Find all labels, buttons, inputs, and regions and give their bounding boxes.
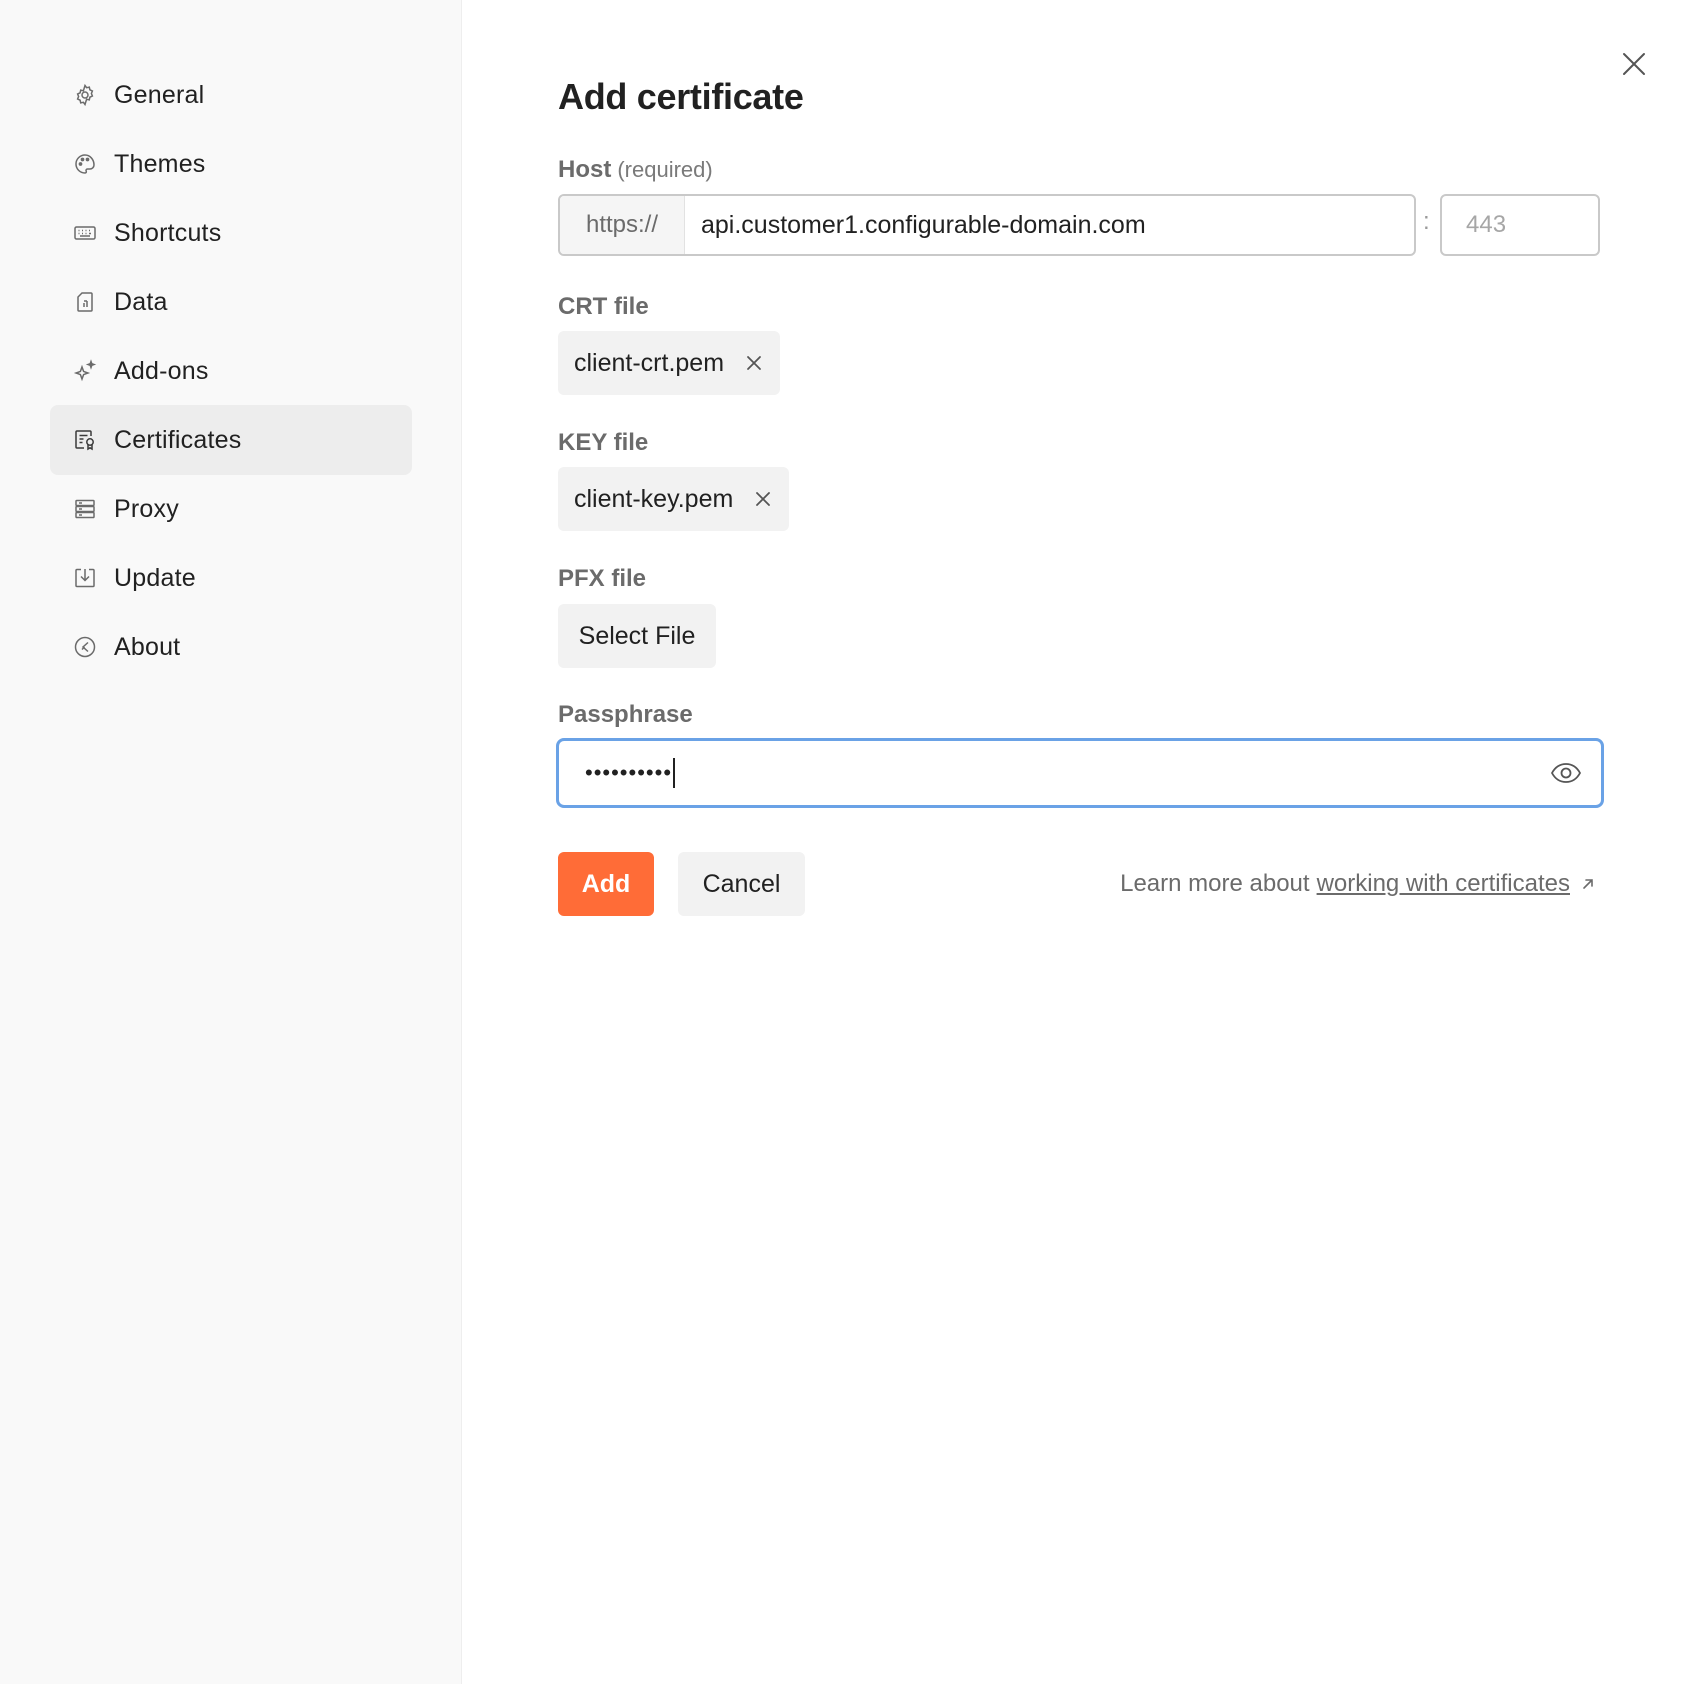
close-icon: [1621, 51, 1647, 82]
sidebar-item-themes[interactable]: Themes: [50, 129, 412, 199]
host-label-text: Host: [558, 156, 612, 183]
sidebar-item-label: General: [114, 80, 205, 109]
sidebar-item-shortcuts[interactable]: Shortcuts: [50, 198, 412, 268]
host-field: https://: [558, 194, 1416, 256]
sidebar-item-certificates[interactable]: Certificates: [50, 405, 412, 475]
sidebar-item-label: Themes: [114, 149, 206, 178]
sidebar-item-label: Shortcuts: [114, 218, 222, 247]
sidebar-item-proxy[interactable]: Proxy: [50, 474, 412, 544]
close-icon: [756, 492, 771, 506]
download-icon: [72, 565, 98, 591]
sidebar-item-label: Add-ons: [114, 356, 209, 385]
gear-icon: [72, 82, 98, 108]
sidebar-item-label: Data: [114, 287, 168, 316]
certificates-docs-link[interactable]: working with certificates: [1317, 870, 1570, 898]
sidebar-item-label: About: [114, 632, 181, 661]
key-file-chip: client-key.pem: [558, 467, 790, 531]
port-input[interactable]: [1440, 194, 1600, 256]
sidebar-item-label: Certificates: [114, 425, 242, 454]
key-file-label: KEY file: [558, 429, 649, 456]
certificate-icon: [72, 427, 98, 453]
cancel-button[interactable]: Cancel: [678, 852, 805, 916]
select-pfx-file-button[interactable]: Select File: [558, 604, 716, 668]
close-button[interactable]: [1618, 50, 1650, 82]
remove-crt-file-button[interactable]: [744, 353, 764, 373]
crt-file-chip: client-crt.pem: [558, 331, 781, 395]
learn-more-prefix: Learn more about: [1120, 870, 1310, 897]
crt-file-label: CRT file: [558, 293, 649, 320]
host-label: Host (required): [558, 156, 713, 184]
sidebar-item-label: Update: [114, 563, 196, 592]
pfx-file-label: PFX file: [558, 565, 647, 592]
host-input[interactable]: [685, 196, 1414, 254]
protocol-prefix: https://: [560, 196, 685, 254]
sidebar-item-update[interactable]: Update: [50, 543, 412, 613]
external-link-icon: [1580, 876, 1596, 892]
passphrase-masked-value: ••••••••••: [585, 758, 676, 788]
sidebar-item-add-ons[interactable]: Add-ons: [50, 336, 412, 406]
keyboard-icon: [72, 220, 98, 246]
remove-key-file-button[interactable]: [753, 489, 773, 509]
show-password-button[interactable]: [1549, 759, 1583, 787]
sidebar-item-label: Proxy: [114, 494, 179, 523]
eye-icon: [1550, 763, 1582, 783]
palette-icon: [72, 151, 98, 177]
crt-file-name: client-crt.pem: [574, 348, 725, 377]
sidebar-item-about[interactable]: About: [50, 612, 412, 682]
passphrase-input[interactable]: ••••••••••: [556, 738, 1604, 808]
settings-sidebar: General Themes Shortcuts Data Add-ons Ce…: [0, 0, 462, 1684]
key-file-name: client-key.pem: [574, 484, 734, 513]
passphrase-label: Passphrase: [558, 701, 693, 728]
server-icon: [72, 496, 98, 522]
sidebar-item-general[interactable]: General: [50, 60, 412, 130]
data-icon: [72, 289, 98, 315]
port-separator: :: [1423, 208, 1430, 235]
learn-more-text: Learn more about working with certificat…: [1120, 870, 1596, 898]
sparkle-icon: [72, 358, 98, 384]
dialog-title: Add certificate: [558, 76, 804, 117]
add-button[interactable]: Add: [558, 852, 654, 916]
sidebar-item-data[interactable]: Data: [50, 267, 412, 337]
host-required-hint: (required): [617, 157, 713, 182]
close-icon: [747, 356, 761, 370]
info-icon: [72, 634, 98, 660]
